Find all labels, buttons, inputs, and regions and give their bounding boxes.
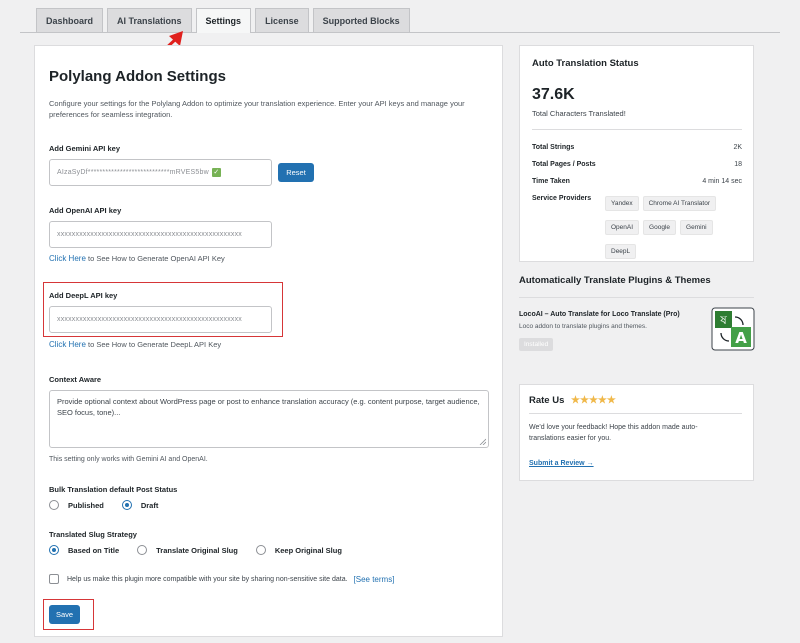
context-note: This setting only works with Gemini AI a… bbox=[49, 456, 208, 463]
deepl-help-text: to See How to Generate DeepL API Key bbox=[88, 340, 222, 349]
providers-label: Service Providers bbox=[532, 195, 592, 202]
status-divider bbox=[532, 129, 742, 130]
openai-label: Add OpenAI API key bbox=[49, 206, 122, 215]
radio-published-control[interactable] bbox=[49, 500, 59, 510]
gemini-api-input[interactable]: AIzaSyDf****************************mRVE… bbox=[49, 159, 272, 186]
openai-helper: Click Here to See How to Generate OpenAI… bbox=[49, 254, 225, 263]
settings-panel: Polylang Addon Settings Configure your s… bbox=[34, 45, 503, 637]
rate-divider bbox=[529, 413, 742, 414]
providers-list: Yandex Chrome AI TranslatorOpenAI Google Ge… bbox=[605, 192, 750, 264]
resize-handle-icon[interactable] bbox=[479, 438, 486, 445]
status-title: Auto Translation Status bbox=[532, 58, 639, 69]
deepl-api-input[interactable]: xxxxxxxxxxxxxxxxxxxxxxxxxxxxxxxxxxxxxxxx… bbox=[49, 306, 272, 333]
radio-translate-slug-label: Translate Original Slug bbox=[156, 545, 238, 555]
plugin-name: LocoAI – Auto Translate for Loco Transla… bbox=[519, 311, 680, 318]
openai-help-text: to See How to Generate OpenAI API Key bbox=[88, 254, 225, 263]
consent-row: Help us make this plugin more compatible… bbox=[49, 574, 394, 584]
bulk-status-options: Published Draft bbox=[49, 500, 176, 510]
context-placeholder: Provide optional context about WordPress… bbox=[57, 397, 480, 417]
provider-chip: Gemini bbox=[680, 220, 713, 235]
deepl-helper: Click Here to See How to Generate DeepL … bbox=[49, 340, 221, 349]
deepl-help-link[interactable]: Click Here bbox=[49, 340, 86, 349]
stat-row: Time Taken 4 min 14 sec bbox=[532, 178, 742, 185]
provider-chip: DeepL bbox=[605, 244, 637, 259]
status-card: Auto Translation Status 37.6K Total Char… bbox=[519, 45, 754, 262]
stat-value: 18 bbox=[734, 161, 742, 168]
provider-chip: OpenAI bbox=[605, 220, 640, 235]
stat-row: Total Pages / Posts 18 bbox=[532, 161, 742, 168]
stat-value: 2K bbox=[733, 144, 742, 151]
radio-keep-slug-control[interactable] bbox=[255, 545, 266, 555]
rate-card: Rate Us ★★★★★ We'd love your feedback! H… bbox=[519, 384, 754, 481]
provider-chip: Chrome AI Translator bbox=[642, 196, 716, 211]
plugin-description: Loco addon to translate plugins and them… bbox=[519, 323, 647, 330]
stat-row: Total Strings 2K bbox=[532, 144, 742, 151]
context-label: Context Aware bbox=[49, 375, 102, 384]
tab-settings[interactable]: Settings bbox=[195, 8, 252, 33]
tab-dashboard[interactable]: Dashboard bbox=[36, 8, 104, 32]
rate-title: Rate Us ★★★★★ bbox=[529, 395, 616, 406]
deepl-label: Add DeepL API key bbox=[49, 291, 118, 300]
openai-api-value: xxxxxxxxxxxxxxxxxxxxxxxxxxxxxxxxxxxxxxxx… bbox=[57, 231, 242, 238]
openai-help-link[interactable]: Click Here bbox=[49, 254, 86, 263]
stat-key: Total Strings bbox=[532, 144, 575, 151]
plugins-title: Automatically Translate Plugins & Themes bbox=[519, 275, 711, 286]
plugins-divider bbox=[519, 297, 754, 298]
tab-license[interactable]: License bbox=[255, 8, 309, 32]
stat-key: Total Pages / Posts bbox=[532, 161, 596, 168]
openai-api-input[interactable]: xxxxxxxxxxxxxxxxxxxxxxxxxxxxxxxxxxxxxxxx… bbox=[49, 221, 272, 248]
save-button[interactable]: Save bbox=[49, 605, 80, 624]
radio-based-on-title-control[interactable] bbox=[49, 545, 59, 555]
radio-draft[interactable]: Draft bbox=[121, 500, 159, 510]
submit-review-link[interactable]: Submit a Review → bbox=[529, 460, 594, 467]
bulk-status-label: Bulk Translation default Post Status bbox=[49, 485, 178, 494]
radio-draft-control[interactable] bbox=[121, 500, 132, 510]
radio-translate-slug[interactable]: Translate Original Slug bbox=[137, 545, 238, 555]
provider-chip: Yandex bbox=[605, 196, 639, 211]
svg-text:ষ: ষ bbox=[719, 313, 727, 327]
radio-based-on-title[interactable]: Based on Title bbox=[49, 545, 119, 555]
tab-supported-blocks[interactable]: Supported Blocks bbox=[312, 8, 410, 32]
provider-chip: Google bbox=[643, 220, 677, 235]
gemini-api-value: AIzaSyDf****************************mRVE… bbox=[57, 169, 209, 176]
slug-options: Based on Title Translate Original Slug K… bbox=[49, 545, 360, 555]
radio-draft-label: Draft bbox=[140, 500, 159, 510]
rate-title-text: Rate Us bbox=[529, 395, 565, 406]
deepl-api-value: xxxxxxxxxxxxxxxxxxxxxxxxxxxxxxxxxxxxxxxx… bbox=[57, 316, 242, 323]
installed-badge: Installed bbox=[519, 338, 554, 351]
radio-based-on-title-label: Based on Title bbox=[68, 545, 120, 555]
radio-keep-slug[interactable]: Keep Original Slug bbox=[255, 545, 342, 555]
context-textarea[interactable]: Provide optional context about WordPress… bbox=[49, 390, 489, 448]
rate-text: We'd love your feedback! Hope this addon… bbox=[529, 424, 698, 442]
tabs-divider bbox=[20, 32, 780, 33]
characters-caption: Total Characters Translated! bbox=[532, 109, 626, 118]
svg-text:A: A bbox=[735, 329, 747, 347]
radio-published-label: Published bbox=[68, 500, 104, 510]
see-terms-link[interactable]: [See terms] bbox=[354, 575, 395, 584]
radio-published[interactable]: Published bbox=[49, 500, 104, 510]
characters-count: 37.6K bbox=[532, 86, 575, 103]
reset-button[interactable]: Reset bbox=[278, 163, 314, 182]
consent-text: Help us make this plugin more compatible… bbox=[67, 575, 348, 583]
stat-key: Time Taken bbox=[532, 178, 570, 185]
stat-value: 4 min 14 sec bbox=[702, 178, 742, 185]
radio-translate-slug-control[interactable] bbox=[137, 545, 148, 555]
loco-translate-icon: ষ A bbox=[711, 307, 755, 351]
check-icon: ✓ bbox=[211, 168, 221, 177]
nav-tabs: Dashboard AI Translations Settings Licen… bbox=[36, 8, 410, 33]
slug-label: Translated Slug Strategy bbox=[49, 530, 137, 539]
page-description: Configure your settings for the Polylang… bbox=[49, 99, 465, 119]
radio-keep-slug-label: Keep Original Slug bbox=[274, 545, 342, 555]
stars-icon: ★★★★★ bbox=[571, 395, 616, 406]
page-title: Polylang Addon Settings bbox=[49, 68, 226, 85]
gemini-label: Add Gemini API key bbox=[49, 144, 120, 153]
consent-checkbox[interactable] bbox=[49, 574, 59, 584]
